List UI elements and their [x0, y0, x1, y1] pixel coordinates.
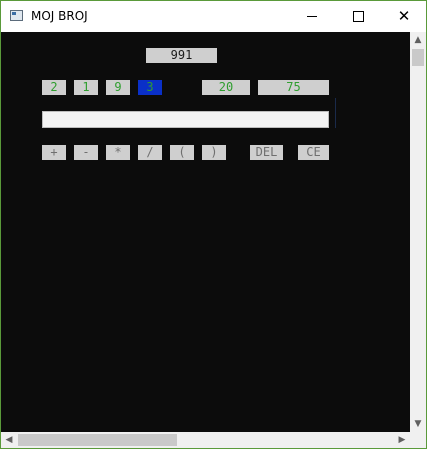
horizontal-scroll-thumb[interactable] — [18, 434, 177, 446]
scrollbar-corner — [410, 432, 426, 448]
minus-button[interactable]: - — [74, 145, 98, 160]
maximize-icon — [352, 11, 364, 22]
close-paren-button[interactable]: ) — [202, 145, 226, 160]
divide-button[interactable]: / — [138, 145, 162, 160]
minimize-button[interactable] — [289, 1, 335, 32]
expression-border — [335, 98, 336, 128]
window-title: MOJ BROJ — [31, 9, 88, 23]
expression-field[interactable] — [42, 111, 329, 128]
game-canvas: 991 2 1 9 3 20 75 + - * / ( ) DEL CE — [1, 32, 410, 432]
title-bar: MOJ BROJ ✕ — [1, 1, 426, 32]
app-icon — [10, 10, 23, 21]
open-paren-button[interactable]: ( — [170, 145, 194, 160]
close-button[interactable]: ✕ — [381, 1, 427, 32]
chevron-right-icon[interactable]: ▶ — [394, 432, 410, 448]
number-button-1[interactable]: 2 — [42, 80, 66, 95]
minimize-icon — [307, 16, 317, 17]
number-button-5[interactable]: 20 — [202, 80, 250, 95]
chevron-up-icon[interactable]: ▲ — [410, 32, 426, 48]
close-icon: ✕ — [397, 7, 411, 25]
chevron-down-icon[interactable]: ▼ — [410, 416, 426, 432]
plus-button[interactable]: + — [42, 145, 66, 160]
maximize-button[interactable] — [335, 1, 381, 32]
clear-entry-button[interactable]: CE — [298, 145, 329, 160]
delete-button[interactable]: DEL — [250, 145, 283, 160]
chevron-left-icon[interactable]: ◀ — [1, 432, 17, 448]
multiply-button[interactable]: * — [106, 145, 130, 160]
number-button-6[interactable]: 75 — [258, 80, 329, 95]
app-window: MOJ BROJ ✕ 991 2 1 9 3 20 75 + - * / ( )… — [0, 0, 427, 449]
number-button-4[interactable]: 3 — [138, 80, 162, 95]
vertical-scroll-thumb[interactable] — [412, 49, 424, 66]
target-number: 991 — [146, 48, 217, 63]
number-button-2[interactable]: 1 — [74, 80, 98, 95]
vertical-scrollbar[interactable]: ▲ ▼ — [410, 32, 426, 432]
horizontal-scrollbar[interactable]: ◀ ▶ — [1, 432, 410, 448]
number-button-3[interactable]: 9 — [106, 80, 130, 95]
